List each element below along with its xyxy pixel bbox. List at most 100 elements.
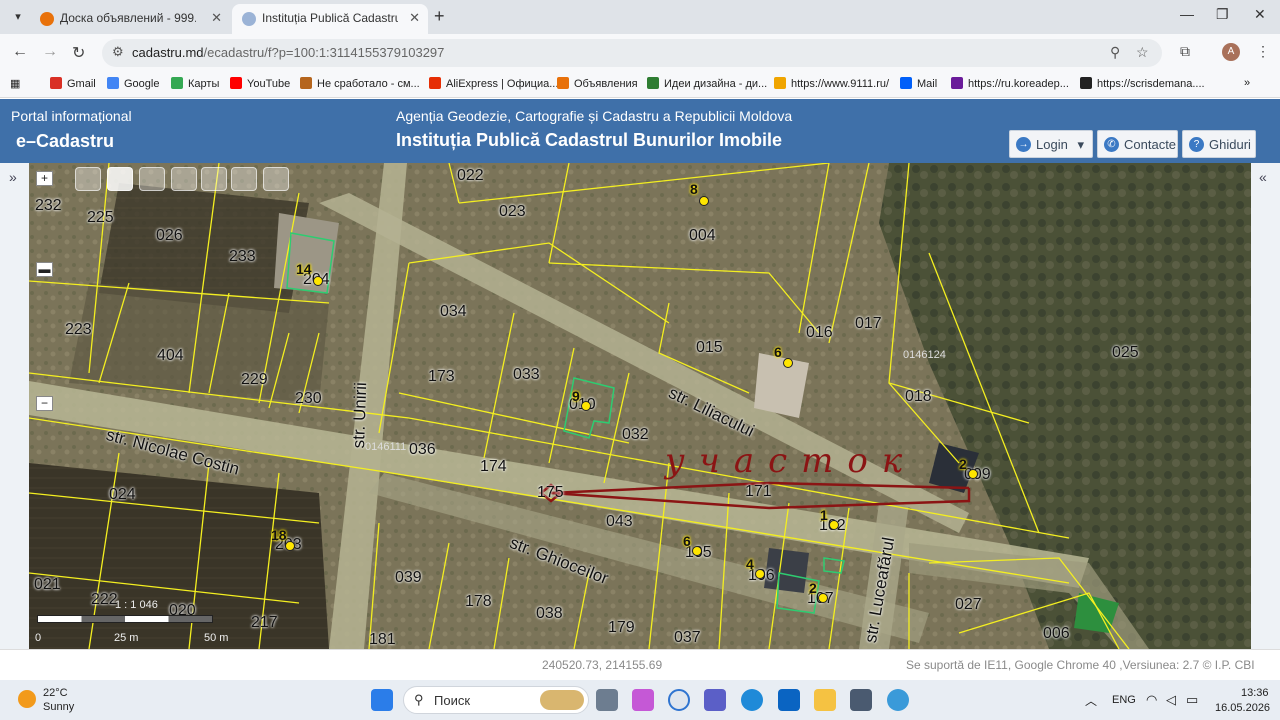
close-tab-icon[interactable]: ✕ bbox=[211, 10, 222, 26]
bookmark-koreadep[interactable]: https://ru.koreadep... bbox=[951, 77, 1069, 90]
bookmark-not-working[interactable]: Не сработало - см... bbox=[300, 77, 420, 90]
zoom-out-tool-icon[interactable] bbox=[171, 167, 197, 191]
profile-avatar[interactable]: A bbox=[1222, 43, 1240, 61]
cadastral-map[interactable]: str. Nicolae Costin str. Unirii str. Lil… bbox=[29, 163, 1251, 649]
login-button[interactable]: → Login ▾ bbox=[1009, 130, 1093, 158]
start-icon[interactable] bbox=[371, 689, 393, 711]
parcel-label: 023 bbox=[499, 203, 526, 220]
marker-dot[interactable] bbox=[699, 196, 709, 206]
bookmark-google[interactable]: Google bbox=[107, 77, 159, 90]
teams-icon[interactable] bbox=[704, 689, 726, 711]
copilot-icon[interactable] bbox=[632, 689, 654, 711]
login-icon: → bbox=[1016, 137, 1031, 152]
marker-dot[interactable] bbox=[818, 593, 828, 603]
bookmark-youtube[interactable]: YouTube bbox=[230, 77, 290, 90]
zoom-in-tool-icon[interactable] bbox=[139, 167, 165, 191]
tab-cadastru[interactable]: Instituția Publică Cadastrul Bunurilor I… bbox=[232, 4, 428, 34]
favicon-cadastru-icon bbox=[242, 12, 256, 26]
chevron-down-icon: ▾ bbox=[1077, 137, 1084, 152]
bookmark-label: Карты bbox=[188, 78, 220, 90]
guides-button[interactable]: ? Ghiduri bbox=[1182, 130, 1256, 158]
globe-tool-icon[interactable] bbox=[75, 167, 101, 191]
clock-time[interactable]: 13:36 bbox=[1241, 687, 1269, 699]
forward-icon[interactable]: → bbox=[42, 43, 58, 61]
new-tab-icon[interactable]: + bbox=[434, 6, 445, 27]
zoom-in-button[interactable]: + bbox=[36, 171, 53, 186]
tab-title: Доска объявлений - 999.md bbox=[60, 11, 196, 25]
language-indicator[interactable]: ENG bbox=[1112, 694, 1136, 706]
map-canvas[interactable] bbox=[29, 163, 1251, 649]
site-info-icon[interactable]: ⚙ bbox=[112, 44, 124, 60]
more-bookmarks-icon[interactable]: » bbox=[1244, 77, 1250, 89]
bookmark-design[interactable]: Идеи дизайна - ди... bbox=[647, 77, 767, 90]
bookmark-scrisdemana[interactable]: https://scrisdemana.... bbox=[1080, 77, 1205, 90]
pan-tool-icon[interactable] bbox=[107, 167, 133, 191]
tray-chevron-icon[interactable]: ︿ bbox=[1085, 692, 1097, 709]
chrome-icon[interactable] bbox=[668, 689, 690, 711]
parcel-label: 034 bbox=[440, 303, 467, 320]
marker-dot[interactable] bbox=[968, 469, 978, 479]
window-close-icon[interactable]: ✕ bbox=[1254, 6, 1266, 23]
minimize-icon[interactable]: — bbox=[1180, 6, 1194, 22]
bookmark-aliexpress[interactable]: AliExpress | Официа... bbox=[429, 77, 558, 90]
parcel-label: 229 bbox=[241, 371, 268, 388]
zoom-bar-handle[interactable]: ▬ bbox=[36, 262, 53, 277]
marker-dot[interactable] bbox=[755, 569, 765, 579]
apps-icon[interactable]: ▦ bbox=[10, 77, 20, 90]
marker-dot[interactable] bbox=[783, 358, 793, 368]
edge-icon[interactable] bbox=[741, 689, 763, 711]
parcel-label: 038 bbox=[536, 605, 563, 622]
web-app-icon[interactable] bbox=[887, 689, 909, 711]
bookmark-star-icon[interactable]: ☆ bbox=[1136, 44, 1149, 61]
bookmark-maps[interactable]: Карты bbox=[171, 77, 219, 90]
volume-icon[interactable]: ◁ bbox=[1166, 692, 1176, 708]
coordinates-readout: 240520.73, 214155.69 bbox=[542, 658, 663, 672]
bookmark-9111[interactable]: https://www.9111.ru/ bbox=[774, 77, 889, 90]
bookmark-999[interactable]: Объявления bbox=[557, 77, 638, 90]
url-host: cadastru.md bbox=[132, 45, 204, 60]
bookmark-mail[interactable]: Mail bbox=[900, 77, 937, 90]
bookmark-gmail[interactable]: Gmail bbox=[50, 77, 96, 90]
zoom-out-button[interactable]: − bbox=[36, 396, 53, 411]
restore-icon[interactable]: ❐ bbox=[1216, 6, 1229, 23]
marker-dot[interactable] bbox=[829, 520, 839, 530]
calculator-icon[interactable] bbox=[850, 689, 872, 711]
tab-search-icon[interactable]: ▾ bbox=[8, 7, 28, 27]
reload-icon[interactable]: ↻ bbox=[72, 43, 85, 63]
outlook-icon[interactable] bbox=[778, 689, 800, 711]
marker-dot[interactable] bbox=[692, 546, 702, 556]
url-path: /ecadastru/f?p=100:1:3114155379103297 bbox=[203, 45, 445, 60]
battery-icon[interactable]: ▭ bbox=[1186, 692, 1198, 708]
bookmark-999-icon bbox=[557, 77, 569, 89]
wifi-icon[interactable]: ◠ bbox=[1146, 692, 1157, 708]
clock-date[interactable]: 16.05.2026 bbox=[1215, 702, 1270, 714]
back-icon[interactable]: ← bbox=[12, 43, 28, 61]
bookmark-label: YouTube bbox=[247, 78, 291, 90]
parcel-label: 039 bbox=[395, 569, 422, 586]
expand-left-icon[interactable]: » bbox=[9, 169, 17, 185]
address-bar[interactable]: ⚙ cadastru.md/ecadastru/f?p=100:1:311415… bbox=[102, 39, 1162, 67]
marker-dot[interactable] bbox=[313, 276, 323, 286]
parcel-label: 233 bbox=[229, 248, 256, 265]
contact-button[interactable]: ✆ Contacte bbox=[1097, 130, 1178, 158]
print-tool-icon[interactable] bbox=[263, 167, 289, 191]
measure-tool-icon[interactable] bbox=[231, 167, 257, 191]
close-tab-icon[interactable]: ✕ bbox=[409, 10, 420, 26]
extensions-icon[interactable]: ⧉ bbox=[1180, 43, 1190, 60]
zoom-icon[interactable]: ⚲ bbox=[1110, 44, 1120, 61]
bookmark-label: Gmail bbox=[67, 78, 96, 90]
info-tool-icon[interactable] bbox=[201, 167, 227, 191]
bookmark-label: Объявления bbox=[574, 78, 638, 90]
parcel-label: 033 bbox=[513, 366, 540, 383]
scale-bar bbox=[37, 615, 213, 623]
weather-sun-icon[interactable] bbox=[18, 690, 36, 708]
task-view-icon[interactable] bbox=[596, 689, 618, 711]
expand-right-icon[interactable]: « bbox=[1259, 169, 1267, 185]
taskbar-search[interactable]: ⚲ Поиск bbox=[403, 686, 589, 714]
marker-dot[interactable] bbox=[581, 401, 591, 411]
file-explorer-icon[interactable] bbox=[814, 689, 836, 711]
menu-icon[interactable]: ⋮ bbox=[1256, 43, 1270, 60]
tab-999[interactable]: Доска объявлений - 999.md ✕ bbox=[30, 4, 230, 34]
marker-number: 9 bbox=[572, 388, 580, 404]
portal-brand[interactable]: e–Cadastru bbox=[16, 131, 114, 152]
